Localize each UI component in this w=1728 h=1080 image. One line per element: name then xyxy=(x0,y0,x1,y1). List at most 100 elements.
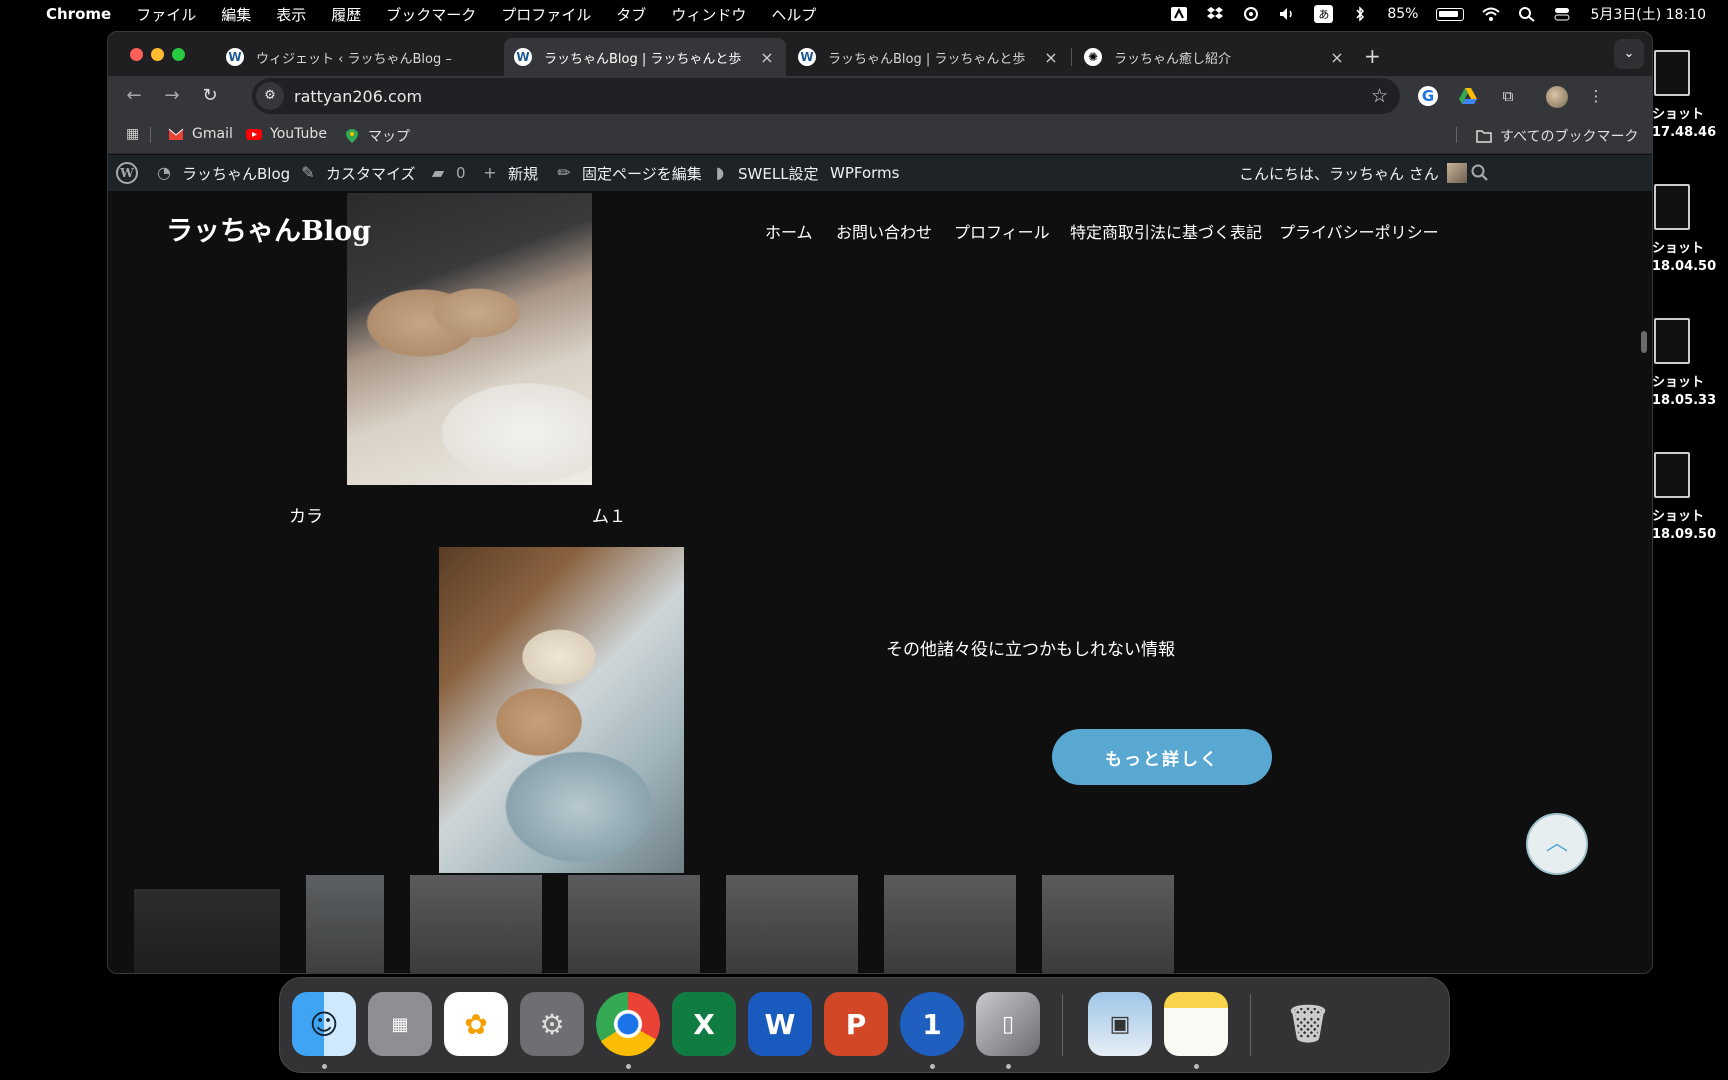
word-icon[interactable]: W xyxy=(748,992,812,1056)
system-settings-gear-icon[interactable]: ⚙ xyxy=(520,992,584,1056)
close-tab-icon[interactable]: × xyxy=(1042,48,1060,67)
tab-blog[interactable]: W ラッちゃんBlog | ラッちゃんと歩 × xyxy=(788,38,1070,76)
all-bookmarks-folder[interactable]: すべてのブックマーク xyxy=(1476,126,1638,146)
input-method-badge[interactable]: あ xyxy=(1314,5,1334,23)
powerpoint-icon[interactable]: P xyxy=(824,992,888,1056)
grammar-extension-icon[interactable]: G xyxy=(1418,86,1438,106)
back-arrow-icon[interactable]: ← xyxy=(120,82,148,110)
dropbox-icon[interactable] xyxy=(1206,6,1224,22)
macos-dock: ☺ ▦ ✿ ⚙ X W P 1 ▯ ▣ 🗑 xyxy=(279,977,1450,1073)
menu-edit[interactable]: 編集 xyxy=(221,4,251,25)
volume-icon[interactable] xyxy=(1278,6,1296,22)
menu-bookmarks[interactable]: ブックマーク xyxy=(386,4,476,25)
site-title[interactable]: ラッちゃんBlog xyxy=(166,209,371,248)
menu-profile[interactable]: プロファイル xyxy=(501,4,591,25)
desktop-screenshot-1[interactable]: ショット 17.48.46 xyxy=(1652,50,1717,142)
menubar-clock[interactable]: 5月3日(土) 18:10 xyxy=(1590,4,1706,24)
address-text[interactable]: rattyan206.com xyxy=(294,87,422,106)
wp-swell-settings[interactable]: ◗ SWELL設定 xyxy=(710,155,819,191)
google-drive-icon[interactable] xyxy=(1458,86,1478,106)
nav-privacy-policy[interactable]: プライバシーポリシー xyxy=(1279,219,1439,243)
onepassword-icon[interactable]: 1 xyxy=(900,992,964,1056)
wp-comment-count: 0 xyxy=(456,164,466,182)
site-info-icon[interactable]: ⚙ xyxy=(256,82,284,110)
tab-blog-active[interactable]: W ラッちゃんBlog | ラッちゃんと歩 × xyxy=(504,38,786,76)
minimize-window-button[interactable] xyxy=(151,48,164,61)
menu-help[interactable]: ヘルプ xyxy=(771,4,816,25)
apps-grid-icon[interactable]: ▦ xyxy=(126,126,139,142)
address-bar[interactable]: ⚙ rattyan206.com ☆ xyxy=(252,78,1400,114)
menu-history[interactable]: 履歴 xyxy=(331,4,361,25)
menu-file[interactable]: ファイル xyxy=(136,4,196,25)
notes-icon[interactable] xyxy=(1164,992,1228,1056)
scrollbar-thumb[interactable] xyxy=(1641,331,1647,353)
tab-iyashi[interactable]: ✺ ラッちゃん癒し紹介 × xyxy=(1074,38,1356,76)
close-window-button[interactable] xyxy=(130,48,143,61)
finder-icon[interactable]: ☺ xyxy=(292,992,356,1056)
more-menu-icon[interactable]: ⋮ xyxy=(1586,86,1606,106)
desktop-screenshot-2[interactable]: ショット 18.04.50 xyxy=(1652,184,1716,276)
photos-icon[interactable]: ✿ xyxy=(444,992,508,1056)
sync-icon[interactable] xyxy=(1242,6,1260,22)
wp-site-menu[interactable]: ◔ ラッちゃんBlog xyxy=(154,155,290,191)
text-input-icon[interactable] xyxy=(1170,6,1188,22)
chrome-icon[interactable] xyxy=(596,992,660,1056)
wp-my-account[interactable]: こんにちは、ラッちゃん さん xyxy=(1239,155,1467,191)
content-tile[interactable] xyxy=(410,875,542,973)
control-center-icon[interactable] xyxy=(1554,6,1572,22)
app-menu[interactable]: Chrome xyxy=(46,5,111,23)
forward-arrow-icon[interactable]: → xyxy=(158,82,186,110)
wp-search[interactable] xyxy=(1470,155,1490,191)
battery-icon[interactable] xyxy=(1436,7,1465,21)
bookmark-gmail[interactable]: Gmail xyxy=(168,126,233,142)
wp-wpforms[interactable]: WPForms xyxy=(830,155,899,191)
search-icon xyxy=(1471,164,1488,181)
bookmark-star-icon[interactable]: ☆ xyxy=(1371,85,1388,107)
menu-window[interactable]: ウィンドウ xyxy=(671,4,746,25)
extensions-puzzle-icon[interactable]: ⧉ xyxy=(1498,86,1518,106)
content-tile[interactable] xyxy=(1042,875,1174,973)
wp-logo-menu[interactable]: W xyxy=(116,155,138,191)
iphone-mirroring-icon[interactable]: ▯ xyxy=(976,992,1040,1056)
menu-view[interactable]: 表示 xyxy=(276,4,306,25)
profile-avatar[interactable] xyxy=(1546,86,1568,108)
file-label: 17.48.46 xyxy=(1652,125,1717,140)
wp-comments[interactable]: ▰ 0 xyxy=(428,155,466,191)
wp-edit-page[interactable]: ✏ 固定ページを編集 xyxy=(554,155,701,191)
content-tile[interactable] xyxy=(134,889,280,973)
preview-icon[interactable]: ▣ xyxy=(1088,992,1152,1056)
page-content: ラッちゃんBlog ホーム お問い合わせ プロフィール 特定商取引法に基づく表記… xyxy=(108,191,1638,973)
excel-icon[interactable]: X xyxy=(672,992,736,1056)
reload-icon[interactable]: ↻ xyxy=(196,82,224,110)
menu-tab[interactable]: タブ xyxy=(616,4,646,25)
trash-icon[interactable]: 🗑 xyxy=(1276,992,1340,1056)
desktop-screenshot-3[interactable]: ショット 18.05.33 xyxy=(1652,318,1716,410)
new-tab-icon[interactable]: + xyxy=(1364,44,1381,68)
nav-profile[interactable]: プロフィール xyxy=(954,219,1050,243)
file-label: 18.09.50 xyxy=(1652,527,1717,542)
content-tile[interactable] xyxy=(568,875,700,973)
wp-customize[interactable]: ✎ カスタマイズ xyxy=(298,155,415,191)
nav-home[interactable]: ホーム xyxy=(765,219,813,243)
bookmark-youtube[interactable]: YouTube xyxy=(246,126,327,142)
more-details-button[interactable]: もっと詳しく xyxy=(1052,729,1272,785)
content-tile[interactable] xyxy=(306,875,384,973)
close-tab-icon[interactable]: × xyxy=(1328,48,1346,67)
bookmark-maps[interactable]: マップ xyxy=(344,126,410,146)
launchpad-icon[interactable]: ▦ xyxy=(368,992,432,1056)
content-tile[interactable] xyxy=(726,875,858,973)
back-to-top-chevron-icon[interactable]: ︿ xyxy=(1526,813,1588,875)
nav-tokushoho[interactable]: 特定商取引法に基づく表記 xyxy=(1070,219,1262,243)
zoom-window-button[interactable] xyxy=(172,48,185,61)
tab-search-chevron-icon[interactable]: ⌄ xyxy=(1614,39,1644,69)
running-indicator xyxy=(1006,1064,1011,1069)
nav-contact[interactable]: お問い合わせ xyxy=(836,219,932,243)
close-tab-icon[interactable]: × xyxy=(758,48,776,67)
bluetooth-icon[interactable] xyxy=(1351,6,1369,22)
spotlight-search-icon[interactable] xyxy=(1518,6,1536,22)
wp-new-content[interactable]: + 新規 xyxy=(480,155,538,191)
desktop-screenshot-4[interactable]: ショット 18.09.50 xyxy=(1652,452,1717,544)
wifi-icon[interactable] xyxy=(1482,6,1501,22)
content-tile[interactable] xyxy=(884,875,1016,973)
page-scrollbar[interactable] xyxy=(1636,191,1652,973)
